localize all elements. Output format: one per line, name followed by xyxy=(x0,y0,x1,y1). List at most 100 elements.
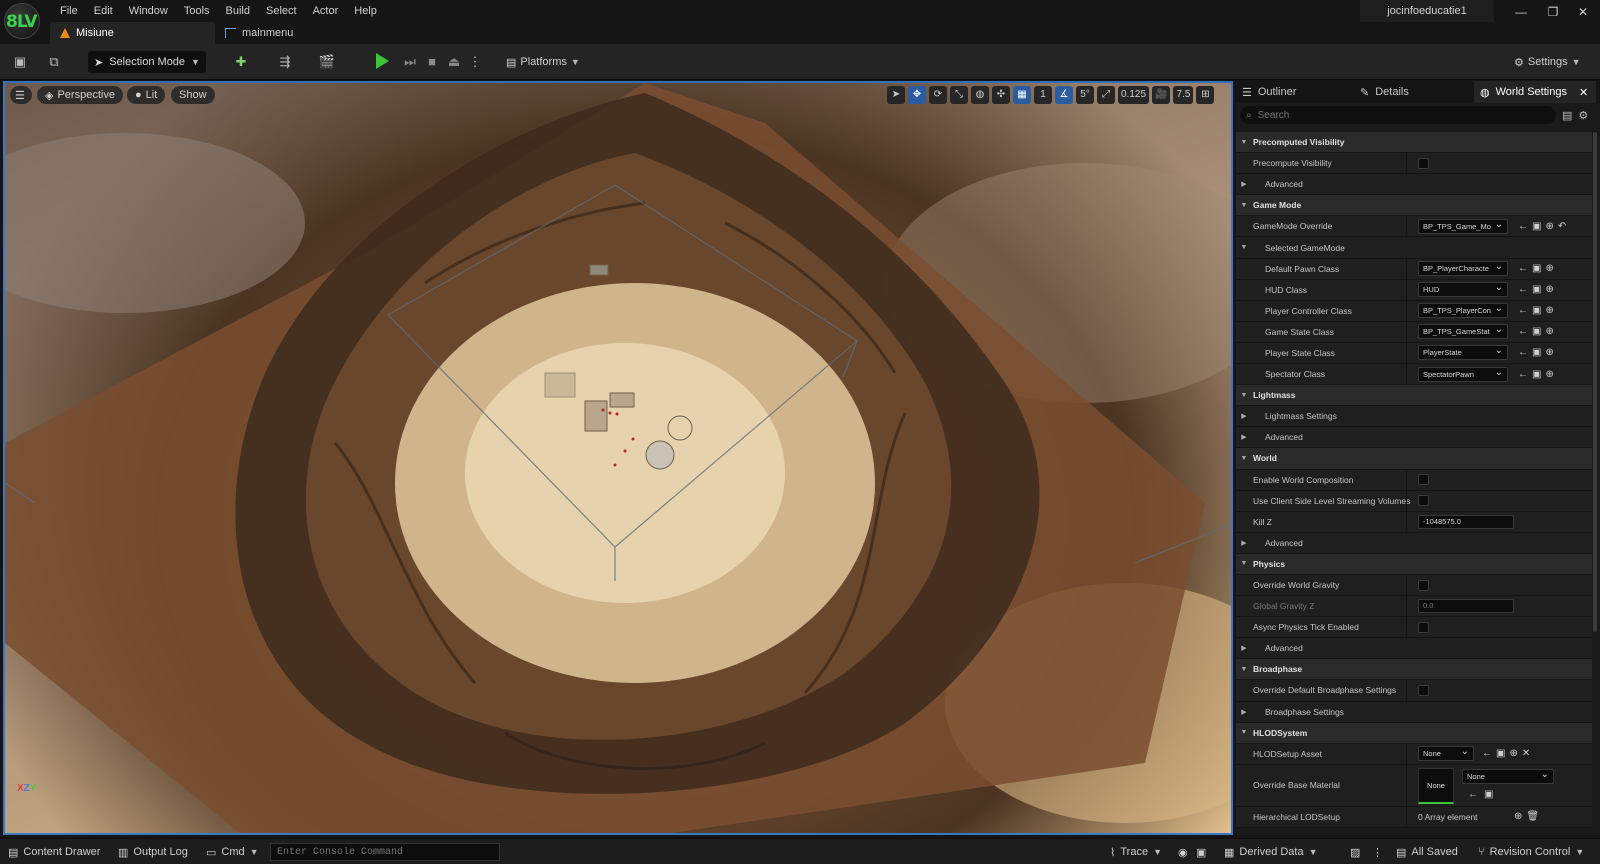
expand-arrow-icon[interactable]: ▼ xyxy=(1238,392,1250,399)
selection-mode-dropdown[interactable]: ➤ Selection Mode ▼ xyxy=(88,51,206,73)
grid-snap-value[interactable]: 1 xyxy=(1034,86,1052,104)
browse-icon[interactable]: ▣ xyxy=(1532,326,1541,337)
menu-edit[interactable]: Edit xyxy=(86,2,121,20)
close-window-button[interactable]: ✕ xyxy=(1568,0,1598,24)
column-divider[interactable] xyxy=(1406,743,1407,764)
column-divider[interactable] xyxy=(1406,490,1407,511)
camera-speed-value[interactable]: 7.5 xyxy=(1173,86,1194,104)
revision-control-button[interactable]: ⑂ Revision Control ▼ xyxy=(1478,843,1584,861)
settings-dropdown[interactable]: ⚙ Settings ▼ xyxy=(1514,51,1581,73)
add-icon[interactable]: ⊕ xyxy=(1545,284,1553,295)
grid-snap-icon[interactable]: ▦ xyxy=(1013,86,1031,104)
derived-data-button[interactable]: ▦ Derived Data ▼ xyxy=(1224,843,1318,861)
category-header[interactable]: ▼ Precomputed Visibility xyxy=(1236,132,1592,154)
menu-file[interactable]: File xyxy=(52,2,86,20)
number-field[interactable]: 0.0 xyxy=(1418,599,1514,614)
use-selected-icon[interactable]: ← xyxy=(1518,326,1528,337)
lit-button[interactable]: ● Lit xyxy=(127,86,166,104)
add-icon[interactable]: ⊕ xyxy=(1545,369,1553,380)
add-icon[interactable]: ⊕ xyxy=(1545,221,1553,232)
perspective-button[interactable]: ◈ Perspective xyxy=(37,86,123,104)
tab-mainmenu[interactable]: mainmenu xyxy=(215,22,303,44)
column-divider[interactable] xyxy=(1406,300,1407,321)
use-selected-icon[interactable]: ← xyxy=(1518,284,1528,295)
collapse-arrow-icon[interactable]: ▶ xyxy=(1238,412,1250,420)
menu-window[interactable]: Window xyxy=(121,2,176,20)
category-header[interactable]: ▼ Game Mode xyxy=(1236,195,1592,217)
use-selected-icon[interactable]: ← xyxy=(1482,748,1492,759)
checkbox[interactable] xyxy=(1418,495,1429,507)
user-name[interactable]: jocinfoeducatie1 xyxy=(1360,0,1494,22)
record-icon[interactable]: ◉ xyxy=(1178,843,1188,861)
expand-arrow-icon[interactable]: ▼ xyxy=(1238,560,1250,567)
trash-icon[interactable]: 🗑 xyxy=(1526,811,1539,822)
asset-dropdown[interactable]: HUD xyxy=(1418,282,1508,298)
cmd-dropdown[interactable]: ▭ Cmd ▼ xyxy=(206,843,259,861)
angle-snap-value[interactable]: 5° xyxy=(1076,86,1094,104)
column-divider[interactable] xyxy=(1406,321,1407,342)
search-field[interactable]: ⌕ xyxy=(1240,106,1556,124)
checkbox[interactable] xyxy=(1418,474,1429,486)
column-divider[interactable] xyxy=(1406,511,1407,532)
expand-arrow-icon[interactable]: ▼ xyxy=(1238,666,1250,673)
skip-frame-icon[interactable]: ⏭ xyxy=(401,53,419,71)
asset-dropdown[interactable]: SpectatorPawn xyxy=(1418,366,1508,382)
output-log-button[interactable]: ▥ Output Log xyxy=(118,843,188,861)
expand-arrow-icon[interactable]: ▼ xyxy=(1238,139,1250,146)
add-icon[interactable]: ⊕ xyxy=(1545,326,1553,337)
checkbox[interactable] xyxy=(1418,684,1429,696)
asset-dropdown[interactable]: None xyxy=(1418,746,1474,762)
use-selected-icon[interactable]: ← xyxy=(1468,789,1478,800)
category-header[interactable]: ▼ Broadphase xyxy=(1236,659,1592,681)
use-selected-icon[interactable]: ← xyxy=(1518,263,1528,274)
use-selected-icon[interactable]: ← xyxy=(1518,221,1528,232)
column-divider[interactable] xyxy=(1406,617,1407,638)
column-divider[interactable] xyxy=(1406,574,1407,596)
asset-dropdown[interactable]: BP_TPS_PlayerCon xyxy=(1418,303,1508,319)
play-button[interactable] xyxy=(376,53,389,69)
rotate-tool-icon[interactable]: ⟳ xyxy=(929,86,947,104)
browse-icon[interactable]: ▣ xyxy=(1532,369,1541,380)
number-field[interactable]: -1048575.0 xyxy=(1418,514,1514,529)
clear-icon[interactable]: ✕ xyxy=(1522,748,1530,759)
all-saved-button[interactable]: ▤ All Saved xyxy=(1396,843,1458,861)
browse-icon[interactable]: ▣ xyxy=(1484,789,1493,800)
collapse-arrow-icon[interactable]: ▶ xyxy=(1238,180,1250,188)
property-row[interactable]: ▶ Advanced xyxy=(1236,638,1592,660)
select-tool-icon[interactable]: ➤ xyxy=(887,86,905,104)
use-selected-icon[interactable]: ← xyxy=(1518,347,1528,358)
browse-content-icon[interactable]: ⧉ xyxy=(45,53,63,71)
menu-select[interactable]: Select xyxy=(258,2,305,20)
expand-arrow-icon[interactable]: ▼ xyxy=(1238,244,1250,251)
close-tab-icon[interactable]: ✕ xyxy=(1579,86,1588,99)
level-viewport[interactable]: ☰ ◈ Perspective ● Lit Show ➤ ✥ ⟳ ⤡ ◍ ✣ ▦… xyxy=(3,81,1233,835)
add-icon[interactable]: ⊕ xyxy=(1545,263,1553,274)
cinematics-icon[interactable]: 🎬 xyxy=(318,53,336,71)
checkbox[interactable] xyxy=(1418,621,1429,633)
collapse-arrow-icon[interactable]: ▶ xyxy=(1238,433,1250,441)
add-icon[interactable]: ⊕ xyxy=(1514,811,1522,822)
gear-icon[interactable]: ⚙ xyxy=(1578,109,1588,122)
scale-tool-icon[interactable]: ⤡ xyxy=(950,86,968,104)
column-divider[interactable] xyxy=(1406,469,1407,490)
asset-dropdown[interactable]: BP_PlayerCharacte xyxy=(1418,261,1508,277)
show-button[interactable]: Show xyxy=(171,86,215,104)
property-row[interactable]: ▶ Lightmass Settings xyxy=(1236,406,1592,428)
browse-icon[interactable]: ▣ xyxy=(1532,284,1541,295)
expand-arrow-icon[interactable]: ▼ xyxy=(1238,729,1250,736)
column-divider[interactable] xyxy=(1406,806,1407,827)
category-header[interactable]: ▼ Lightmass xyxy=(1236,385,1592,407)
reset-icon[interactable]: ↶ xyxy=(1558,221,1566,232)
collapse-arrow-icon[interactable]: ▶ xyxy=(1238,644,1250,652)
browse-icon[interactable]: ▣ xyxy=(1532,305,1541,316)
save-icon[interactable]: ▣ xyxy=(11,53,29,71)
menu-build[interactable]: Build xyxy=(218,2,258,20)
column-divider[interactable] xyxy=(1406,596,1407,617)
more-options-icon[interactable]: ⋮ xyxy=(1372,843,1383,861)
scale-snap-icon[interactable]: ⤢ xyxy=(1097,86,1115,104)
blueprint-menu-icon[interactable]: ⇶ xyxy=(276,53,294,71)
use-selected-icon[interactable]: ← xyxy=(1518,305,1528,316)
tab-misiune[interactable]: Misiune xyxy=(50,22,215,44)
table-view-icon[interactable]: ▤ xyxy=(1562,109,1572,122)
collapse-arrow-icon[interactable]: ▶ xyxy=(1238,708,1250,716)
